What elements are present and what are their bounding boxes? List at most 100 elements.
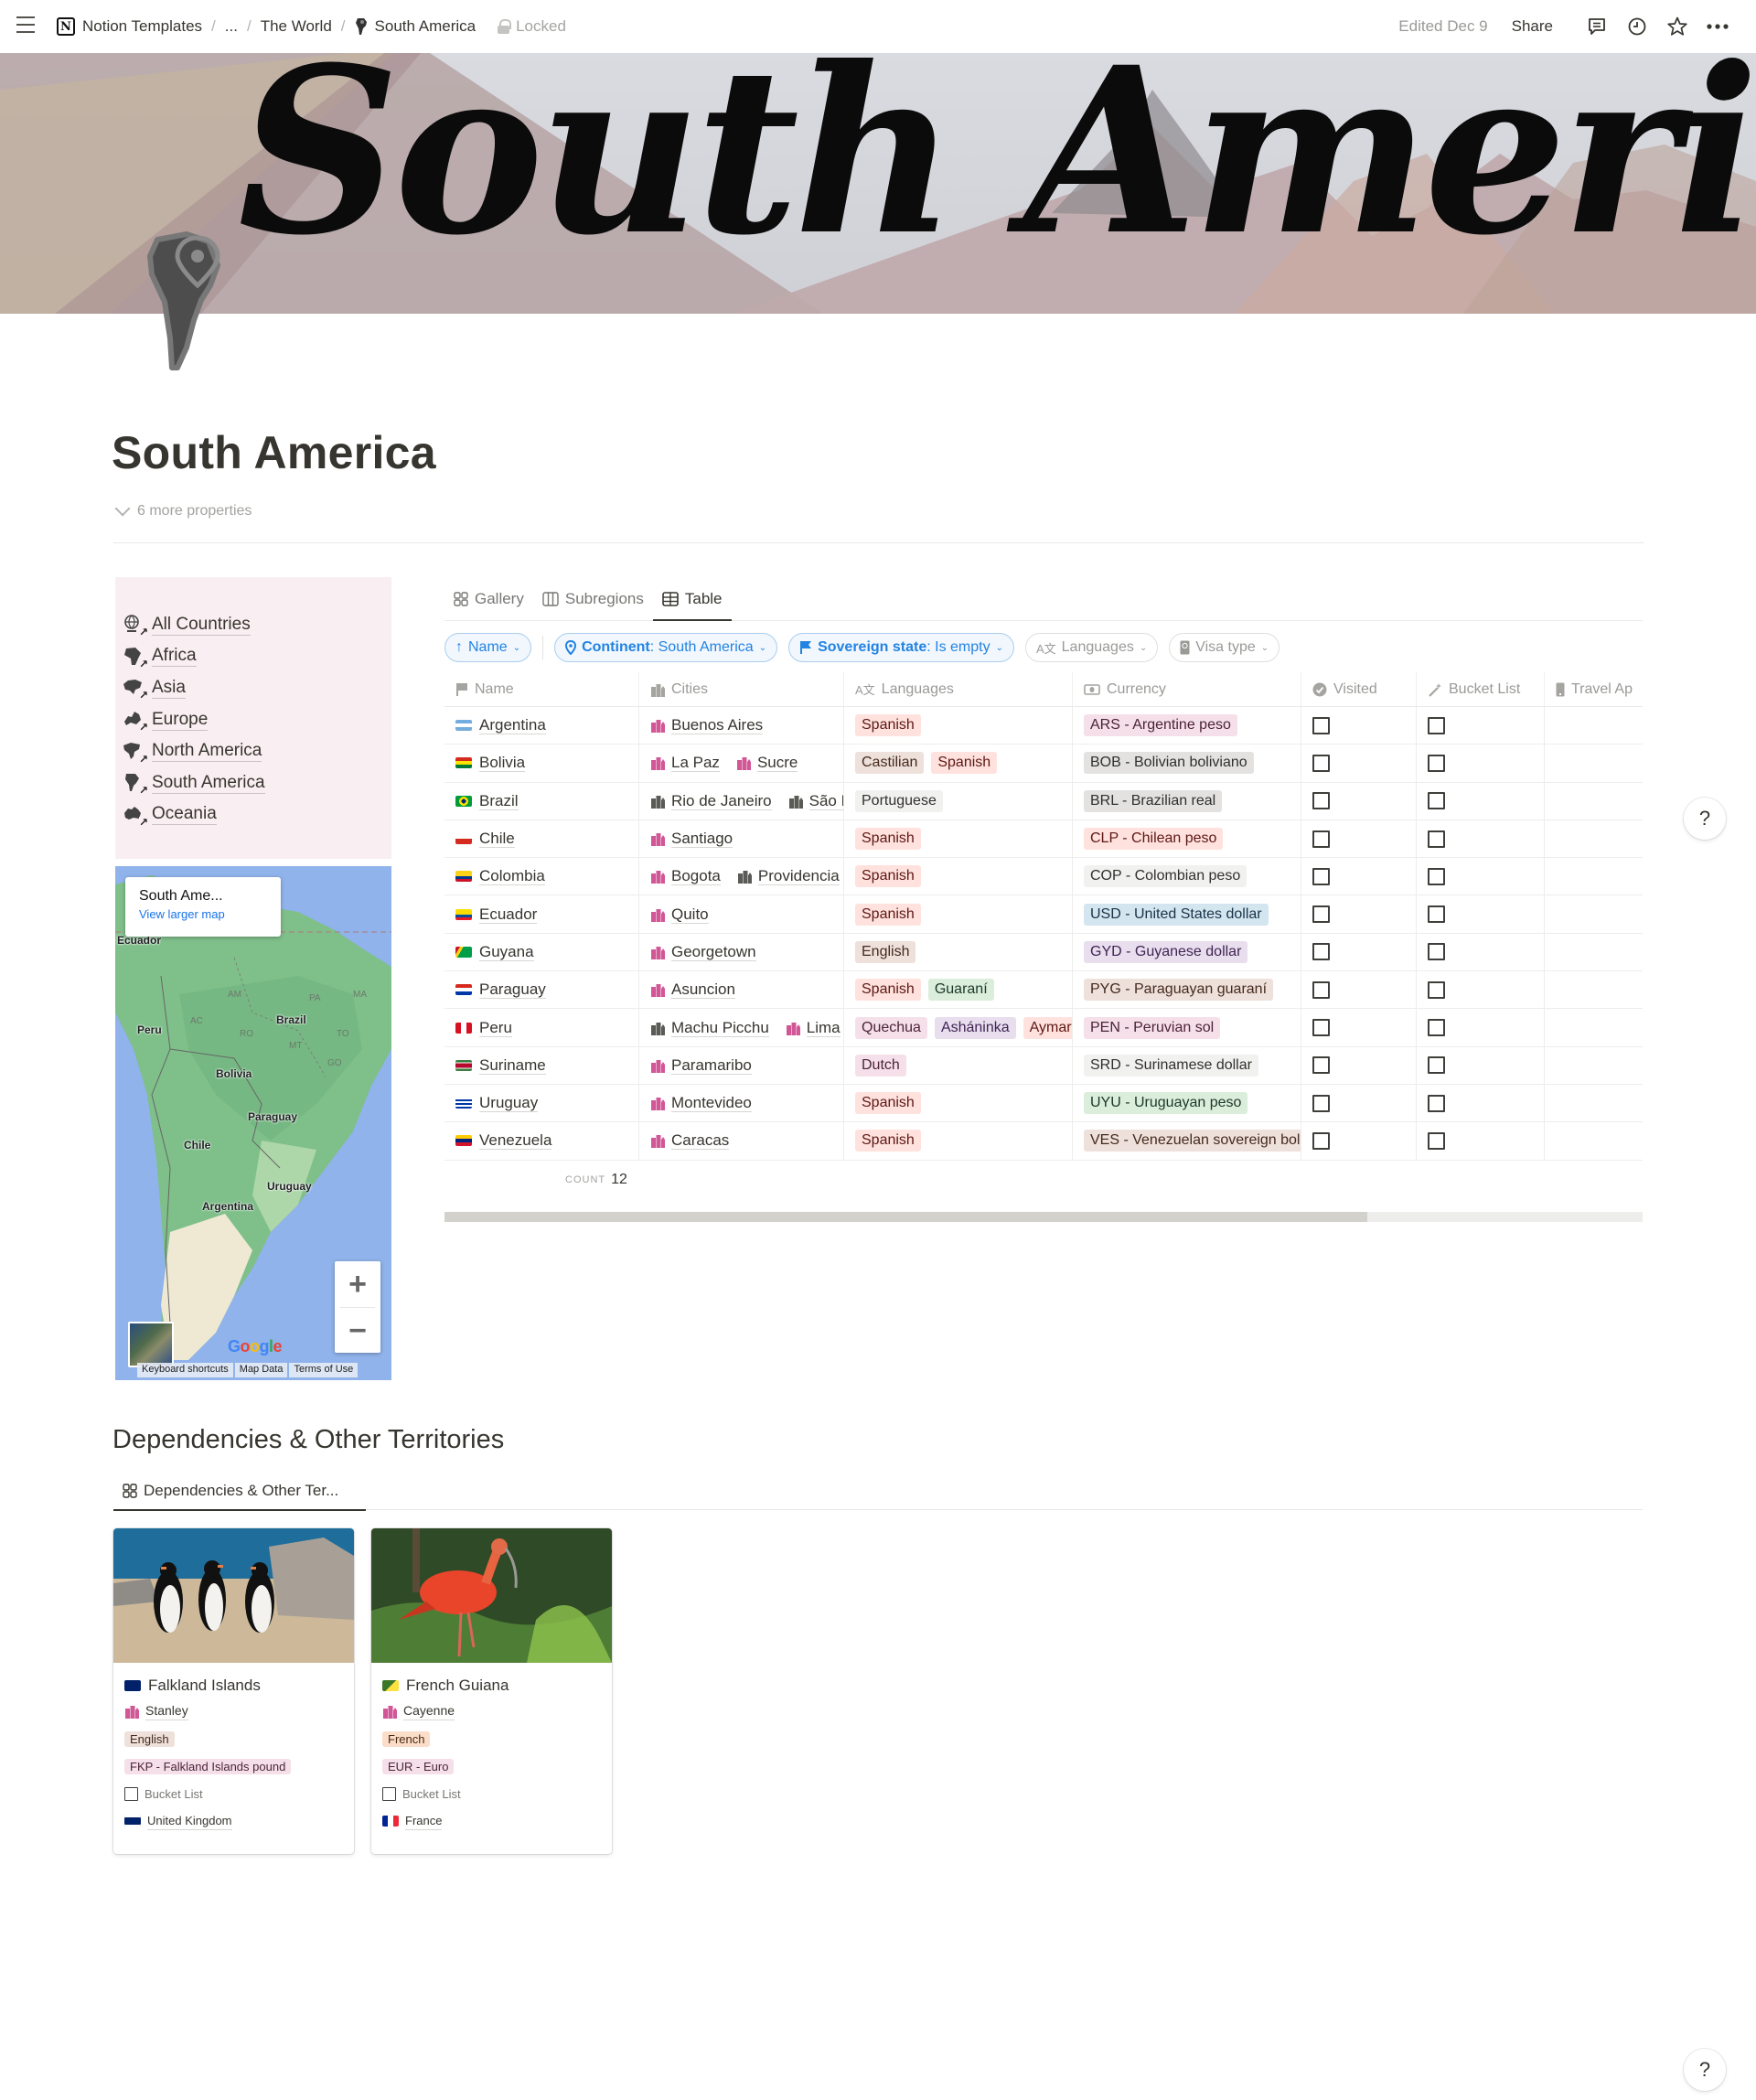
country-name-link[interactable]: Guyana xyxy=(479,943,534,961)
cell-languages[interactable]: Dutch xyxy=(844,1046,1073,1084)
tab-subregions[interactable]: Subregions xyxy=(533,577,653,620)
cell-name[interactable]: Argentina xyxy=(444,707,639,745)
nav-link-africa[interactable]: ↗ Africa xyxy=(123,641,391,673)
filter-chip-sovereign-state[interactable]: Sovereign state: Is empty ⌄ xyxy=(788,633,1014,662)
cell-travel-app[interactable] xyxy=(1545,971,1643,1008)
south-america-page-icon[interactable] xyxy=(146,229,238,375)
country-name-link[interactable]: Brazil xyxy=(479,792,519,810)
cell-currency[interactable]: ARS - Argentine peso xyxy=(1073,707,1301,745)
cell-travel-app[interactable] xyxy=(1545,895,1643,932)
bucket-list-checkbox[interactable] xyxy=(1428,1131,1445,1150)
breadcrumb-ellipsis[interactable]: ... xyxy=(225,17,238,36)
map-zoom-in-button[interactable]: + xyxy=(335,1261,380,1307)
bucket-list-checkbox[interactable] xyxy=(1428,905,1445,924)
cell-cities[interactable]: Machu Picchu Lima xyxy=(639,1009,844,1046)
cell-currency[interactable]: BOB - Bolivian boliviano xyxy=(1073,745,1301,782)
city-relation[interactable]: Quito xyxy=(650,905,709,924)
history-clock-icon[interactable] xyxy=(1617,11,1657,42)
visited-checkbox[interactable] xyxy=(1312,1094,1330,1112)
gallery-card[interactable]: French Guiana Cayenne French EUR - Euro Buck… xyxy=(371,1528,612,1854)
cell-name[interactable]: Ecuador xyxy=(444,895,639,933)
nav-link-asia[interactable]: ↗ Asia xyxy=(123,672,391,704)
bucket-list-checkbox[interactable] xyxy=(124,1786,138,1801)
city-relation[interactable]: Asuncion xyxy=(650,980,735,1000)
cell-cities[interactable]: Caracas xyxy=(639,1122,844,1160)
card-sovereign-state[interactable]: France xyxy=(382,1807,612,1835)
column-header-currency[interactable]: Currency xyxy=(1073,672,1301,706)
cell-currency[interactable]: PEN - Peruvian sol xyxy=(1073,1009,1301,1046)
tab-gallery[interactable]: Gallery xyxy=(444,577,533,620)
bucket-list-checkbox[interactable] xyxy=(1428,867,1445,885)
cell-name[interactable]: Brazil xyxy=(444,782,639,820)
cell-languages[interactable]: Spanish xyxy=(844,820,1073,858)
favorite-star-icon[interactable] xyxy=(1657,11,1697,42)
cell-travel-app[interactable] xyxy=(1545,783,1643,820)
map-data-link[interactable]: Map Data xyxy=(234,1363,288,1377)
nav-link-south-america[interactable]: ↗ South America xyxy=(123,767,391,799)
more-options-icon[interactable] xyxy=(1697,11,1738,42)
nav-link-all-countries[interactable]: ↗ All Countries xyxy=(123,609,391,641)
table-row[interactable]: Colombia Bogota Providencia Spanish COP - Co… xyxy=(444,858,1643,896)
comments-icon[interactable] xyxy=(1577,11,1617,42)
city-relation[interactable]: Montevideo xyxy=(650,1094,752,1113)
column-header-travel-app[interactable]: Travel Ap xyxy=(1545,672,1643,706)
cell-currency[interactable]: SRD - Surinamese dollar xyxy=(1073,1046,1301,1084)
visited-checkbox[interactable] xyxy=(1312,716,1330,734)
cell-cities[interactable]: Rio de Janeiro São Paulo xyxy=(639,782,844,820)
visited-checkbox[interactable] xyxy=(1312,943,1330,961)
cell-languages[interactable]: Spanish xyxy=(844,1122,1073,1160)
cell-cities[interactable]: Santiago xyxy=(639,820,844,858)
cell-cities[interactable]: Asuncion xyxy=(639,971,844,1009)
satellite-view-toggle[interactable] xyxy=(128,1322,174,1367)
page-title[interactable]: South America xyxy=(112,426,436,479)
table-row[interactable]: Bolivia La Paz Sucre Castilian Spanish BOB - … xyxy=(444,745,1643,783)
breadcrumb-the-world[interactable]: The World xyxy=(261,17,332,36)
cell-languages[interactable]: Spanish Guaraní xyxy=(844,971,1073,1009)
column-header-name[interactable]: Name xyxy=(444,672,639,706)
more-properties-toggle[interactable]: 6 more properties xyxy=(114,500,252,520)
cell-travel-app[interactable] xyxy=(1545,1009,1643,1045)
cell-currency[interactable]: UYU - Uruguayan peso xyxy=(1073,1084,1301,1122)
tab-table[interactable]: Table xyxy=(652,577,732,621)
bucket-list-checkbox[interactable] xyxy=(1428,1056,1445,1075)
visited-checkbox[interactable] xyxy=(1312,1131,1330,1150)
cell-name[interactable]: Colombia xyxy=(444,858,639,895)
visited-checkbox[interactable] xyxy=(1312,1056,1330,1075)
city-relation[interactable]: La Paz xyxy=(650,754,720,773)
google-map-embed[interactable]: Ecuador Peru Brazil Bolivia Paraguay Chi… xyxy=(115,866,391,1380)
cell-cities[interactable]: Bogota Providencia xyxy=(639,858,844,895)
nav-link-north-america[interactable]: ↗ North America xyxy=(123,735,391,767)
cell-languages[interactable]: Portuguese xyxy=(844,782,1073,820)
scrollbar-thumb[interactable] xyxy=(444,1212,1367,1222)
sort-chip-name[interactable]: ↑ Name ⌄ xyxy=(444,633,532,662)
cell-travel-app[interactable] xyxy=(1545,858,1643,895)
cell-cities[interactable]: Montevideo xyxy=(639,1084,844,1122)
cell-languages[interactable]: Castilian Spanish xyxy=(844,745,1073,782)
country-name-link[interactable]: Suriname xyxy=(479,1056,546,1075)
city-relation[interactable]: Georgetown xyxy=(650,943,756,961)
filter-chip-visa-type[interactable]: Visa type ⌄ xyxy=(1169,633,1280,662)
column-header-bucket-list[interactable]: Bucket List xyxy=(1417,672,1545,706)
city-relation[interactable]: Machu Picchu xyxy=(650,1019,769,1037)
cell-languages[interactable]: Spanish xyxy=(844,858,1073,895)
cell-name[interactable]: Chile xyxy=(444,820,639,858)
visited-checkbox[interactable] xyxy=(1312,754,1330,772)
cell-cities[interactable]: Georgetown xyxy=(639,933,844,971)
cell-languages[interactable]: Spanish xyxy=(844,1084,1073,1122)
card-city[interactable]: Stanley xyxy=(124,1698,354,1725)
nav-link-oceania[interactable]: ↗ Oceania xyxy=(123,799,391,831)
city-relation[interactable]: São Paulo xyxy=(788,792,843,810)
cell-travel-app[interactable] xyxy=(1545,1085,1643,1121)
column-header-cities[interactable]: Cities xyxy=(639,672,844,706)
breadcrumb-notion-templates[interactable]: N Notion Templates xyxy=(57,17,202,36)
cell-name[interactable]: Venezuela xyxy=(444,1122,639,1160)
card-sovereign-state[interactable]: United Kingdom xyxy=(124,1807,354,1835)
bucket-list-checkbox[interactable] xyxy=(1428,716,1445,734)
cell-travel-app[interactable] xyxy=(1545,934,1643,970)
table-row[interactable]: Paraguay Asuncion Spanish Guaraní PYG - Para… xyxy=(444,971,1643,1010)
cell-currency[interactable]: USD - United States dollar xyxy=(1073,895,1301,933)
city-relation[interactable]: Rio de Janeiro xyxy=(650,792,772,810)
help-button[interactable]: ? xyxy=(1684,2049,1726,2091)
city-relation[interactable]: Buenos Aires xyxy=(650,716,764,735)
bucket-list-checkbox[interactable] xyxy=(1428,1094,1445,1112)
